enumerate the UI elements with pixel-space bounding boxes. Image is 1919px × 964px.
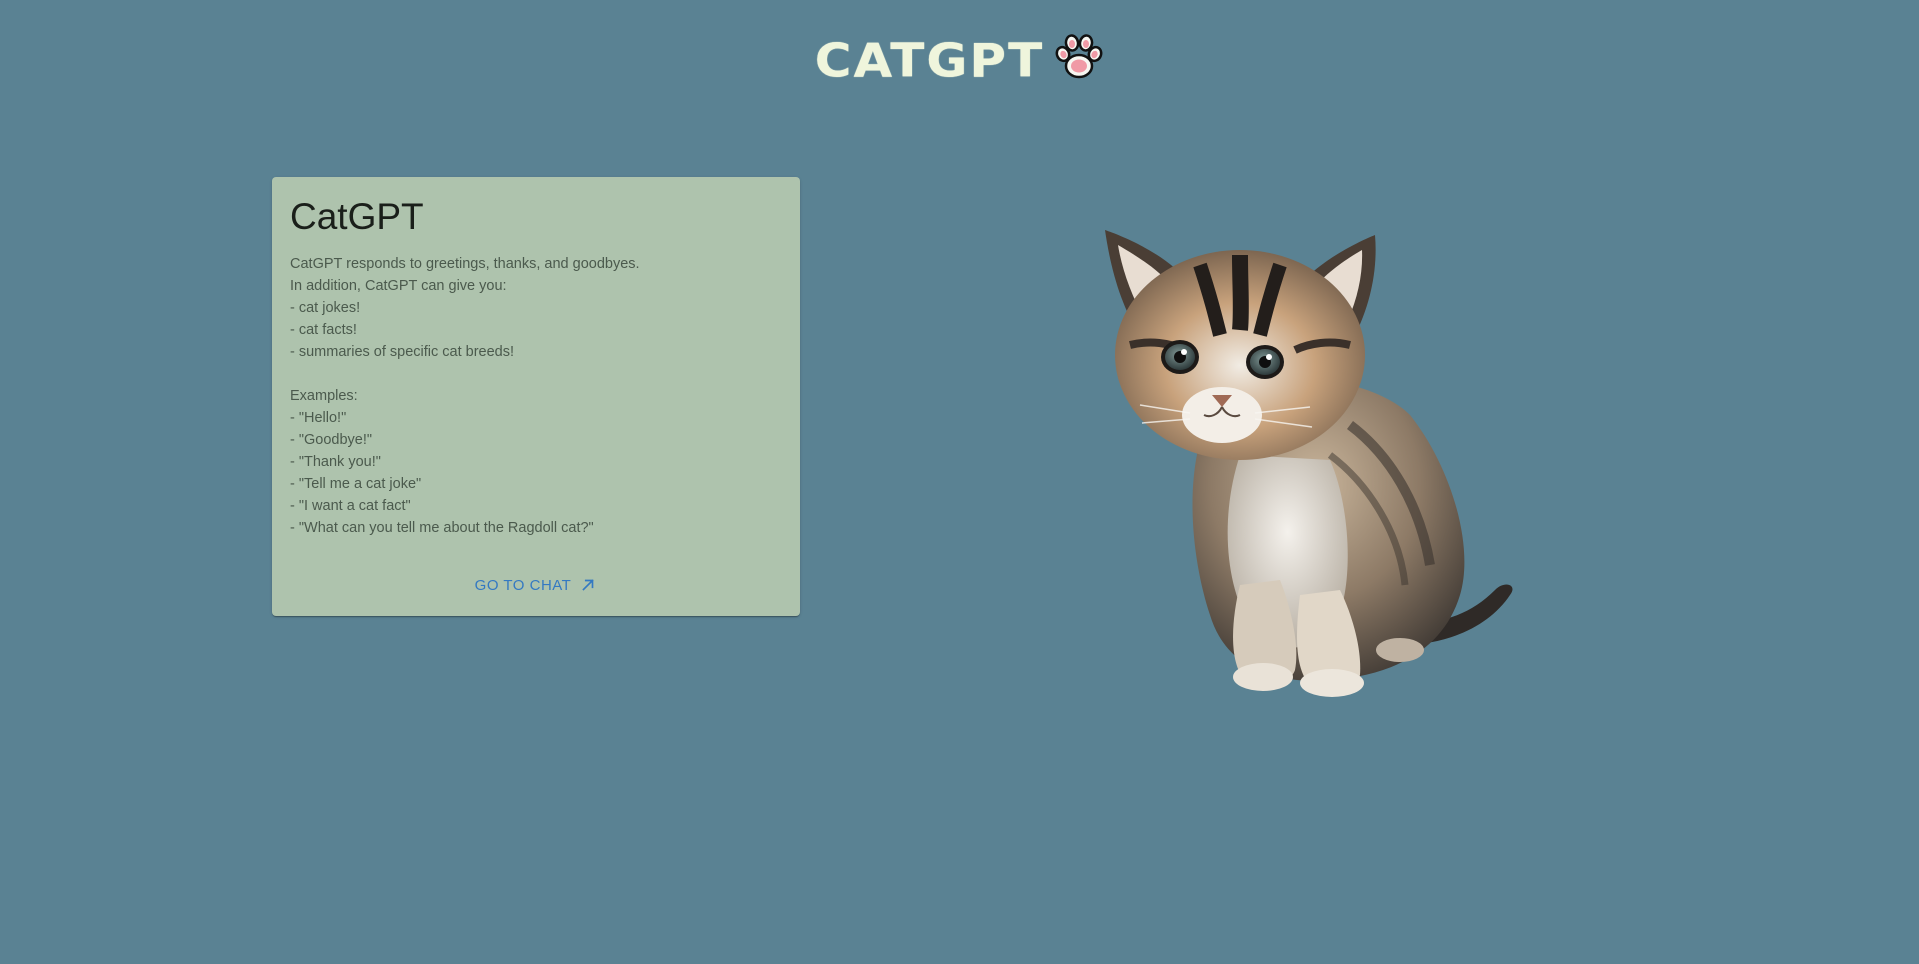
paw-icon [1055,34,1103,79]
go-to-chat-label: GO TO CHAT [474,576,572,594]
go-to-chat-button[interactable]: GO TO CHAT [467,570,606,600]
description-line: - summaries of specific cat breeds! [290,344,515,361]
card-title: CatGPT [290,196,424,237]
example-item: - "Goodbye!" [290,432,373,449]
kitten-illustration [1105,230,1513,697]
description-line: CatGPT responds to greetings, thanks, an… [290,256,640,273]
card-description: CatGPT responds to greetings, thanks, an… [290,253,782,539]
card-actions: GO TO CHAT [272,570,800,600]
logo[interactable]: CATGPT [814,34,1104,88]
example-item: - "What can you tell me about the Ragdol… [290,520,594,537]
example-item: - "Thank you!" [290,454,381,471]
arrow-up-right-icon [582,579,595,591]
example-item: - "I want a cat fact" [290,498,411,515]
description-line: - cat facts! [290,322,357,339]
logo-text: CATGPT [814,34,1045,88]
app-header: CATGPT [0,34,1919,88]
example-item: - "Tell me a cat joke" [290,476,422,493]
description-line [290,363,782,385]
description-line: In addition, CatGPT can give you: [290,278,507,295]
description-line: - cat jokes! [290,300,361,317]
info-card: CatGPT CatGPT responds to greetings, tha… [272,177,800,616]
example-item: - "Hello!" [290,410,347,427]
examples-heading: Examples: [290,388,358,405]
